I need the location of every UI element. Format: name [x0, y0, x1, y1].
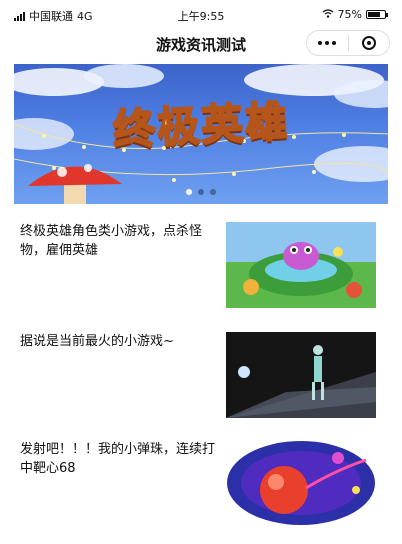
mini-program-capsule: [306, 30, 390, 56]
battery-icon: [366, 10, 388, 19]
more-button[interactable]: [307, 31, 348, 55]
carousel-dot[interactable]: [210, 189, 216, 195]
carousel-dot[interactable]: [198, 189, 204, 195]
battery-percent: 75%: [337, 8, 362, 21]
news-thumbnail: [226, 222, 376, 308]
news-item[interactable]: 据说是当前最火的小游戏~: [0, 332, 402, 432]
wifi-icon: [322, 8, 334, 21]
target-circle-icon: [361, 36, 376, 50]
news-thumbnail: [226, 440, 376, 526]
battery-fill: [368, 12, 380, 17]
news-item[interactable]: 终极英雄角色类小游戏，点杀怪物，雇佣英雄: [0, 222, 402, 322]
news-title: 终极英雄角色类小游戏，点杀怪物，雇佣英雄: [20, 224, 203, 258]
status-right: 75%: [322, 8, 388, 21]
navigation-bar: 游戏资讯测试: [0, 26, 402, 60]
status-bar: 中国联通 4G 上午9:55 75%: [0, 0, 402, 26]
more-dots-icon: [318, 41, 337, 45]
news-item[interactable]: 发射吧！！！我的小弹珠，连续打中靶心68: [0, 440, 402, 540]
news-title: 发射吧！！！我的小弹珠，连续打中靶心68: [20, 442, 216, 476]
carousel-indicators: [14, 189, 388, 195]
banner-carousel[interactable]: 终极英雄: [14, 64, 388, 204]
close-mini-program-button[interactable]: [349, 31, 390, 55]
news-title: 据说是当前最火的小游戏~: [20, 334, 174, 349]
carousel-dot[interactable]: [186, 189, 192, 195]
news-thumbnail: [226, 332, 376, 418]
